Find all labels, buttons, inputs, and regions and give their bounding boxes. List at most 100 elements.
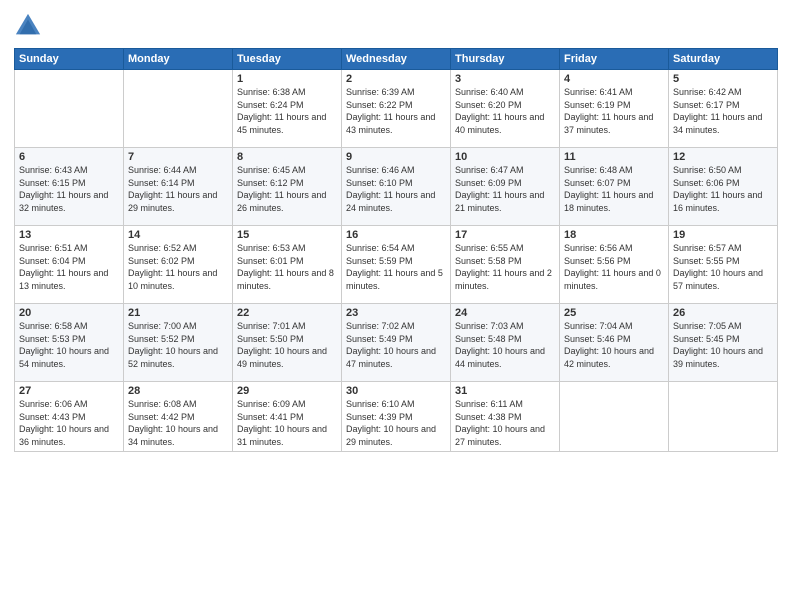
logo-icon <box>14 12 42 40</box>
calendar-cell: 24Sunrise: 7:03 AMSunset: 5:48 PMDayligh… <box>451 304 560 382</box>
day-number: 14 <box>128 229 228 241</box>
calendar-cell <box>560 382 669 452</box>
calendar-cell: 27Sunrise: 6:06 AMSunset: 4:43 PMDayligh… <box>15 382 124 452</box>
calendar-cell: 11Sunrise: 6:48 AMSunset: 6:07 PMDayligh… <box>560 148 669 226</box>
day-number: 18 <box>564 229 664 241</box>
day-number: 25 <box>564 307 664 319</box>
day-info: Sunrise: 6:41 AMSunset: 6:19 PMDaylight:… <box>564 86 664 136</box>
day-info: Sunrise: 6:52 AMSunset: 6:02 PMDaylight:… <box>128 242 228 292</box>
day-number: 26 <box>673 307 773 319</box>
day-number: 7 <box>128 151 228 163</box>
day-info: Sunrise: 6:45 AMSunset: 6:12 PMDaylight:… <box>237 164 337 214</box>
day-info: Sunrise: 6:42 AMSunset: 6:17 PMDaylight:… <box>673 86 773 136</box>
calendar-cell: 22Sunrise: 7:01 AMSunset: 5:50 PMDayligh… <box>233 304 342 382</box>
day-number: 12 <box>673 151 773 163</box>
day-number: 29 <box>237 385 337 397</box>
weekday-header-friday: Friday <box>560 49 669 70</box>
weekday-header-sunday: Sunday <box>15 49 124 70</box>
day-number: 30 <box>346 385 446 397</box>
day-info: Sunrise: 6:48 AMSunset: 6:07 PMDaylight:… <box>564 164 664 214</box>
day-info: Sunrise: 6:46 AMSunset: 6:10 PMDaylight:… <box>346 164 446 214</box>
calendar-cell: 20Sunrise: 6:58 AMSunset: 5:53 PMDayligh… <box>15 304 124 382</box>
day-info: Sunrise: 6:06 AMSunset: 4:43 PMDaylight:… <box>19 398 119 448</box>
weekday-header-tuesday: Tuesday <box>233 49 342 70</box>
day-number: 3 <box>455 73 555 85</box>
day-info: Sunrise: 6:38 AMSunset: 6:24 PMDaylight:… <box>237 86 337 136</box>
calendar-cell: 19Sunrise: 6:57 AMSunset: 5:55 PMDayligh… <box>669 226 778 304</box>
day-info: Sunrise: 6:50 AMSunset: 6:06 PMDaylight:… <box>673 164 773 214</box>
calendar-cell: 14Sunrise: 6:52 AMSunset: 6:02 PMDayligh… <box>124 226 233 304</box>
day-number: 31 <box>455 385 555 397</box>
day-info: Sunrise: 7:00 AMSunset: 5:52 PMDaylight:… <box>128 320 228 370</box>
week-row-4: 20Sunrise: 6:58 AMSunset: 5:53 PMDayligh… <box>15 304 778 382</box>
day-number: 27 <box>19 385 119 397</box>
day-info: Sunrise: 6:57 AMSunset: 5:55 PMDaylight:… <box>673 242 773 292</box>
week-row-1: 1Sunrise: 6:38 AMSunset: 6:24 PMDaylight… <box>15 70 778 148</box>
day-number: 8 <box>237 151 337 163</box>
day-number: 15 <box>237 229 337 241</box>
day-number: 17 <box>455 229 555 241</box>
day-number: 22 <box>237 307 337 319</box>
day-info: Sunrise: 6:39 AMSunset: 6:22 PMDaylight:… <box>346 86 446 136</box>
weekday-header-monday: Monday <box>124 49 233 70</box>
calendar-cell: 17Sunrise: 6:55 AMSunset: 5:58 PMDayligh… <box>451 226 560 304</box>
day-number: 9 <box>346 151 446 163</box>
calendar-cell: 10Sunrise: 6:47 AMSunset: 6:09 PMDayligh… <box>451 148 560 226</box>
weekday-header-saturday: Saturday <box>669 49 778 70</box>
calendar-cell: 3Sunrise: 6:40 AMSunset: 6:20 PMDaylight… <box>451 70 560 148</box>
day-number: 19 <box>673 229 773 241</box>
day-info: Sunrise: 6:40 AMSunset: 6:20 PMDaylight:… <box>455 86 555 136</box>
logo <box>14 12 44 40</box>
calendar-cell: 25Sunrise: 7:04 AMSunset: 5:46 PMDayligh… <box>560 304 669 382</box>
day-info: Sunrise: 6:51 AMSunset: 6:04 PMDaylight:… <box>19 242 119 292</box>
day-number: 23 <box>346 307 446 319</box>
calendar-cell: 18Sunrise: 6:56 AMSunset: 5:56 PMDayligh… <box>560 226 669 304</box>
calendar-cell: 2Sunrise: 6:39 AMSunset: 6:22 PMDaylight… <box>342 70 451 148</box>
weekday-header-thursday: Thursday <box>451 49 560 70</box>
calendar-cell: 16Sunrise: 6:54 AMSunset: 5:59 PMDayligh… <box>342 226 451 304</box>
day-number: 5 <box>673 73 773 85</box>
day-info: Sunrise: 6:56 AMSunset: 5:56 PMDaylight:… <box>564 242 664 292</box>
calendar-cell: 30Sunrise: 6:10 AMSunset: 4:39 PMDayligh… <box>342 382 451 452</box>
day-number: 11 <box>564 151 664 163</box>
header <box>14 12 778 40</box>
day-info: Sunrise: 7:03 AMSunset: 5:48 PMDaylight:… <box>455 320 555 370</box>
week-row-3: 13Sunrise: 6:51 AMSunset: 6:04 PMDayligh… <box>15 226 778 304</box>
day-info: Sunrise: 7:04 AMSunset: 5:46 PMDaylight:… <box>564 320 664 370</box>
day-info: Sunrise: 6:54 AMSunset: 5:59 PMDaylight:… <box>346 242 446 292</box>
week-row-5: 27Sunrise: 6:06 AMSunset: 4:43 PMDayligh… <box>15 382 778 452</box>
calendar-cell: 1Sunrise: 6:38 AMSunset: 6:24 PMDaylight… <box>233 70 342 148</box>
calendar-cell: 13Sunrise: 6:51 AMSunset: 6:04 PMDayligh… <box>15 226 124 304</box>
weekday-header-row: SundayMondayTuesdayWednesdayThursdayFrid… <box>15 49 778 70</box>
calendar-cell: 29Sunrise: 6:09 AMSunset: 4:41 PMDayligh… <box>233 382 342 452</box>
day-info: Sunrise: 6:10 AMSunset: 4:39 PMDaylight:… <box>346 398 446 448</box>
calendar-cell: 12Sunrise: 6:50 AMSunset: 6:06 PMDayligh… <box>669 148 778 226</box>
day-info: Sunrise: 6:53 AMSunset: 6:01 PMDaylight:… <box>237 242 337 292</box>
day-info: Sunrise: 7:05 AMSunset: 5:45 PMDaylight:… <box>673 320 773 370</box>
calendar-table: SundayMondayTuesdayWednesdayThursdayFrid… <box>14 48 778 452</box>
day-info: Sunrise: 6:09 AMSunset: 4:41 PMDaylight:… <box>237 398 337 448</box>
day-info: Sunrise: 6:55 AMSunset: 5:58 PMDaylight:… <box>455 242 555 292</box>
weekday-header-wednesday: Wednesday <box>342 49 451 70</box>
calendar-cell <box>669 382 778 452</box>
day-info: Sunrise: 6:43 AMSunset: 6:15 PMDaylight:… <box>19 164 119 214</box>
day-info: Sunrise: 6:44 AMSunset: 6:14 PMDaylight:… <box>128 164 228 214</box>
day-number: 10 <box>455 151 555 163</box>
day-info: Sunrise: 6:58 AMSunset: 5:53 PMDaylight:… <box>19 320 119 370</box>
day-info: Sunrise: 6:08 AMSunset: 4:42 PMDaylight:… <box>128 398 228 448</box>
calendar-cell: 4Sunrise: 6:41 AMSunset: 6:19 PMDaylight… <box>560 70 669 148</box>
day-info: Sunrise: 7:01 AMSunset: 5:50 PMDaylight:… <box>237 320 337 370</box>
calendar-cell: 28Sunrise: 6:08 AMSunset: 4:42 PMDayligh… <box>124 382 233 452</box>
calendar-cell: 5Sunrise: 6:42 AMSunset: 6:17 PMDaylight… <box>669 70 778 148</box>
day-info: Sunrise: 6:11 AMSunset: 4:38 PMDaylight:… <box>455 398 555 448</box>
calendar-cell <box>15 70 124 148</box>
calendar-cell: 26Sunrise: 7:05 AMSunset: 5:45 PMDayligh… <box>669 304 778 382</box>
calendar-cell: 31Sunrise: 6:11 AMSunset: 4:38 PMDayligh… <box>451 382 560 452</box>
day-info: Sunrise: 7:02 AMSunset: 5:49 PMDaylight:… <box>346 320 446 370</box>
day-number: 13 <box>19 229 119 241</box>
day-number: 20 <box>19 307 119 319</box>
day-number: 28 <box>128 385 228 397</box>
day-number: 24 <box>455 307 555 319</box>
day-number: 4 <box>564 73 664 85</box>
day-number: 6 <box>19 151 119 163</box>
